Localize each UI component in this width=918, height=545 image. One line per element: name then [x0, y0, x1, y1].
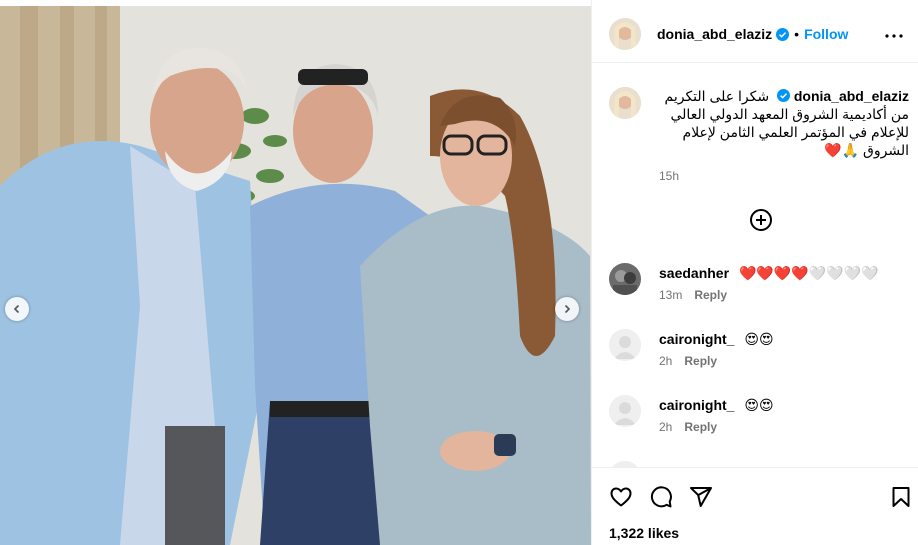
comment-meta: 13m Reply [659, 288, 727, 302]
bookmark-icon[interactable] [889, 485, 913, 509]
verified-badge-icon [776, 89, 790, 102]
caption-text: donia_abd_elaziz شكرا على التكريم من أكا… [659, 87, 910, 159]
likes-count[interactable]: 1,322 likes [609, 525, 679, 541]
comment-item: caironight_ 😍😍 2h Reply [609, 329, 909, 369]
author-avatar[interactable] [609, 18, 641, 50]
comment-time: 2h [659, 354, 673, 368]
comment-line: caironight_ 😍😍 [659, 331, 774, 348]
comment-meta: 2h Reply [659, 354, 717, 368]
post-photo-illustration [0, 6, 591, 545]
author-username[interactable]: donia_abd_elaziz [657, 26, 772, 42]
commenter-avatar[interactable] [609, 263, 641, 295]
separator-dot: • [794, 26, 800, 42]
comment-text: 😍😍 [744, 397, 774, 413]
comment-time: 13m [659, 288, 683, 302]
chevron-right-icon [562, 304, 572, 314]
heart-icon[interactable] [609, 485, 633, 509]
post-side-panel: donia_abd_elaziz • Follow donia_abd_elaz… [591, 0, 918, 545]
comment-icon[interactable] [649, 485, 673, 509]
commenter-username[interactable]: caironight_ [659, 397, 734, 413]
commenter-username[interactable]: caironight_ [659, 331, 734, 347]
post-actions: 1,322 likes [592, 467, 918, 545]
caption-avatar[interactable] [609, 87, 641, 119]
caption-username[interactable]: donia_abd_elaziz [794, 88, 909, 104]
send-icon[interactable] [689, 485, 713, 509]
commenter-avatar[interactable] [609, 329, 641, 361]
comment-item: saedanher ❤️❤️❤️❤️🤍🤍🤍🤍 13m Reply [609, 263, 909, 303]
commenter-avatar[interactable] [609, 395, 641, 427]
follow-button[interactable]: Follow [804, 26, 848, 42]
comment-time: 2h [659, 420, 673, 434]
plus-circle-icon [749, 209, 773, 236]
carousel-prev-button[interactable] [5, 297, 29, 321]
post-photo[interactable] [0, 6, 591, 545]
load-more-comments-button[interactable] [749, 208, 773, 232]
caption-timestamp: 15h [659, 169, 680, 183]
comment-text: 😍😍 [744, 331, 774, 347]
chevron-left-icon [12, 304, 22, 314]
carousel-next-button[interactable] [555, 297, 579, 321]
comment-line: caironight_ 😍😍 [659, 397, 774, 414]
comment-line: saedanher ❤️❤️❤️❤️🤍🤍🤍🤍 [659, 265, 878, 282]
commenter-username[interactable]: saedanher [659, 265, 729, 281]
post-header: donia_abd_elaziz • Follow [592, 6, 918, 63]
reply-button[interactable]: Reply [684, 354, 717, 368]
more-options-icon[interactable] [883, 25, 905, 47]
verified-badge-icon [776, 27, 790, 41]
reply-button[interactable]: Reply [694, 288, 727, 302]
reply-button[interactable]: Reply [684, 420, 717, 434]
comment-text: ❤️❤️❤️❤️🤍🤍🤍🤍 [738, 265, 879, 281]
comment-meta: 2h Reply [659, 420, 717, 434]
comment-item: caironight_ 😍😍 2h Reply [609, 395, 909, 435]
